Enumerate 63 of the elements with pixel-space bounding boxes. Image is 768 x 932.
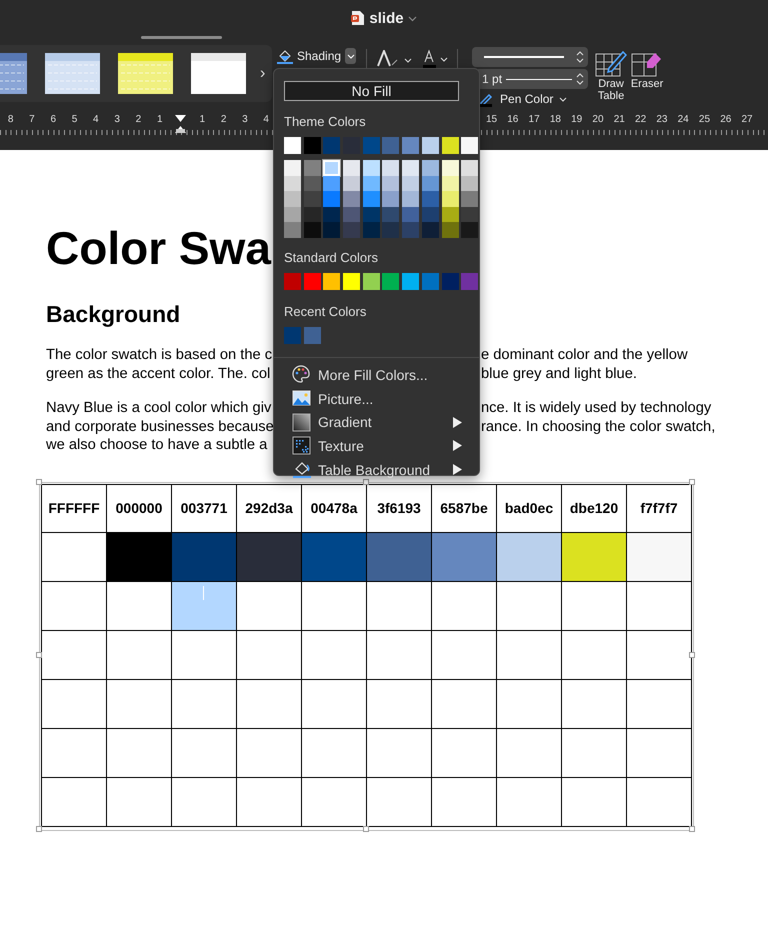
ruler-number: 8: [6, 114, 14, 125]
menu-item[interactable]: Table Background: [284, 458, 462, 482]
ruler-number: 18: [548, 114, 562, 125]
body-text: green as the accent color. The. col: [46, 364, 272, 383]
section-heading: Background: [46, 300, 180, 328]
section-label: Theme Colors: [284, 114, 367, 129]
table-selection-frame[interactable]: FFFFFF 000000 003771 292d3a 00478a 3f6193 6587be bad0ec dbe120 f7f7f7: [39, 482, 694, 830]
ruler-number: 5: [70, 114, 78, 125]
column-header: 6587be: [432, 484, 496, 532]
body-text: Navy Blue is a cool color which giv: [46, 399, 272, 418]
ruler-number: 24: [676, 114, 690, 125]
ruler-number: 3: [241, 114, 249, 125]
body-text: nce. It is widely used by technology: [481, 399, 712, 418]
column-header: f7f7f7: [626, 484, 692, 532]
column-header: 292d3a: [236, 484, 302, 532]
ruler-number: 22: [634, 114, 648, 125]
ruler-number: 3: [113, 114, 121, 125]
no-fill-button[interactable]: No Fill: [284, 81, 459, 101]
column-header: 003771: [172, 484, 236, 532]
section-label: Standard Colors: [284, 250, 379, 265]
slide-title: Color Swa: [46, 221, 271, 276]
ruler-number: 15: [484, 114, 498, 125]
shading-button[interactable]: Shading: [297, 49, 342, 63]
column-header: 3f6193: [366, 484, 432, 532]
body-text: we also choose to have a subtle a: [46, 436, 268, 454]
eraser-button[interactable]: Eraser: [629, 48, 666, 90]
menu-item[interactable]: Texture: [284, 434, 462, 458]
body-text: The color swatch is based on the c: [46, 346, 273, 364]
ruler-number: 2: [220, 114, 228, 125]
menu-item[interactable]: More Fill Colors...: [284, 362, 462, 387]
ruler-number: 21: [612, 114, 626, 125]
ruler-number: 27: [740, 114, 754, 125]
body-text: blue grey and light blue.: [481, 364, 637, 383]
gallery-more-button[interactable]: ›: [260, 64, 266, 82]
ruler-number: 4: [262, 114, 270, 125]
body-text: e dominant color and the yellow: [481, 346, 688, 364]
draw-table-button[interactable]: Draw Table: [593, 48, 630, 102]
pen-color-button[interactable]: Pen Color: [478, 91, 588, 107]
ruler-number: 25: [698, 114, 712, 125]
ruler-number: 26: [719, 114, 732, 125]
ruler-number: 4: [92, 114, 100, 125]
ruler-number: 2: [134, 114, 142, 125]
column-header: FFFFFF: [42, 484, 106, 532]
ruler-number: 6: [49, 114, 58, 125]
ruler-number: 17: [528, 114, 541, 125]
ruler-number: 20: [591, 114, 605, 125]
ruler-number: 19: [570, 114, 584, 125]
column-header: bad0ec: [496, 484, 562, 532]
body-text: and corporate businesses because: [46, 418, 273, 436]
ruler-number: 23: [655, 114, 668, 125]
section-label: Recent Colors: [284, 304, 368, 319]
window-title[interactable]: slide: [369, 10, 404, 27]
column-header: 00478a: [302, 484, 366, 532]
column-header: dbe120: [562, 484, 626, 532]
menu-item[interactable]: Picture...: [284, 386, 462, 410]
body-text: rance. In choosing the color swatch,: [481, 418, 716, 436]
column-header: 000000: [106, 484, 172, 532]
ruler-number: 16: [506, 114, 520, 125]
ruler-number: 7: [28, 114, 36, 125]
ruler-number: 1: [156, 114, 164, 125]
menu-item[interactable]: Gradient: [284, 410, 462, 434]
line-weight-dropdown[interactable]: 1 pt: [478, 69, 588, 89]
ruler-number: 1: [198, 114, 206, 125]
